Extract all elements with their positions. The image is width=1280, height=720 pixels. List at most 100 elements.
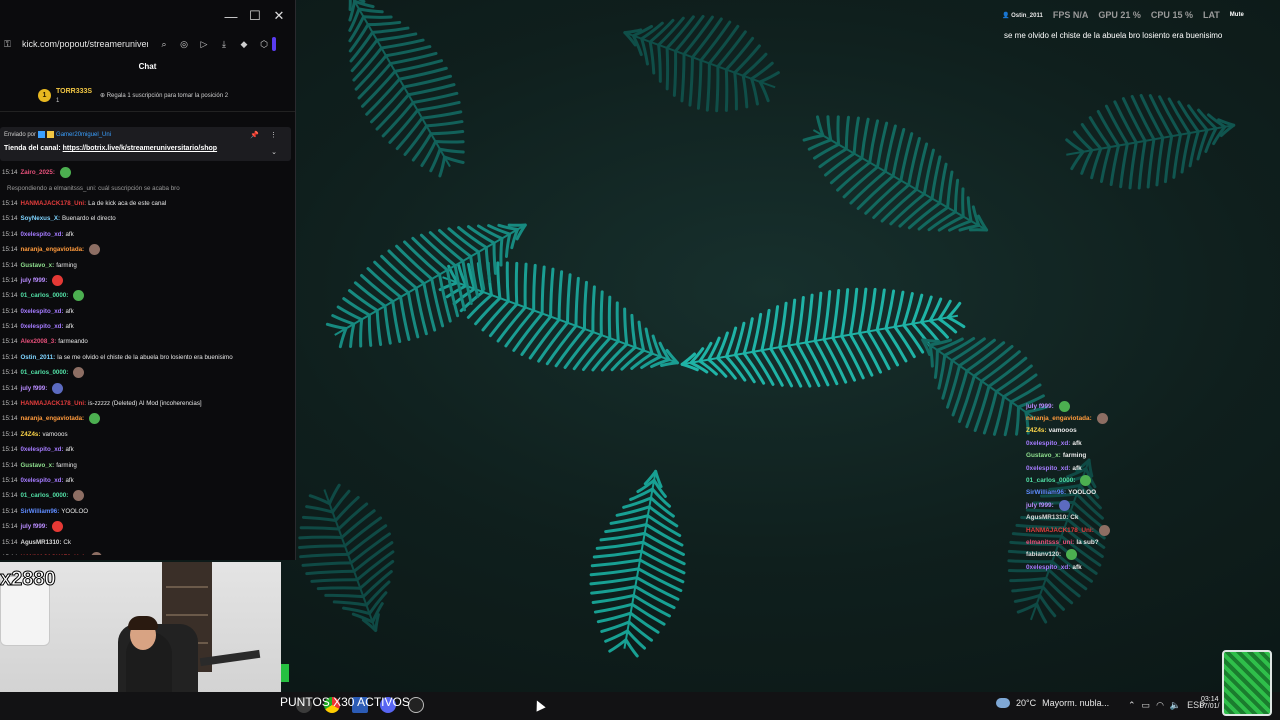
network-icon[interactable]: ▭ — [1142, 700, 1151, 711]
pin-icon[interactable]: 📌 — [250, 131, 259, 139]
gpu-label: GPU — [1098, 10, 1118, 20]
message-username[interactable]: 01_carlos_0000: — [20, 369, 68, 376]
chat-message[interactable]: Respondiendo a elmanitsss_uni: cuál susc… — [0, 180, 291, 195]
chat-message[interactable]: 15:14 0xelespito_xd: afk — [0, 473, 291, 488]
top-supporter-name[interactable]: TORR333S — [56, 88, 92, 95]
chat-message[interactable]: 15:14 Z4Z4s: vamooos — [0, 427, 291, 442]
shield-icon[interactable]: ◎ — [178, 39, 190, 50]
weather-widget[interactable]: 20°C Mayorm. nubla... — [996, 698, 1109, 708]
message-time: 15:14 — [2, 261, 18, 269]
stats-user: 👤 Ostin_2011 — [1002, 12, 1043, 19]
wifi-icon[interactable]: ◠ — [1156, 700, 1164, 711]
chat-message[interactable]: 15:14 Alex2008_3: farmeando — [0, 334, 291, 349]
badge-icon — [38, 131, 46, 138]
chat-message[interactable]: 15:14 july f999: — [0, 519, 291, 534]
chat-message[interactable]: 15:14 july f999: — [0, 273, 291, 288]
mute-indicator: Mute — [1229, 12, 1244, 18]
message-username[interactable]: 0xelespito_xd: — [20, 308, 63, 315]
top-supporter-bar[interactable]: 1 TORR333S 1 ⊕ Regala 1 suscripción para… — [0, 84, 295, 112]
chat-message[interactable]: 15:14 01_carlos_0000: — [0, 488, 291, 503]
message-username[interactable]: july f999: — [20, 523, 47, 530]
message-username[interactable]: Gustavo_x: — [20, 462, 54, 469]
play-icon[interactable]: ▷ — [198, 39, 210, 50]
chat-message[interactable]: 15:14 SirWilliam96: YOOLOO — [0, 504, 291, 519]
chat-message[interactable]: 15:14 01_carlos_0000: — [0, 365, 291, 380]
chat-message[interactable]: 15:14 naranja_engaviotada: — [0, 411, 291, 426]
message-time: 15:14 — [2, 338, 18, 346]
message-username[interactable]: 0xelespito_xd: — [20, 446, 63, 453]
message-username[interactable]: july f999: — [20, 385, 47, 392]
window-titlebar: — ☐ ✕ — [0, 0, 295, 32]
emote-icon — [89, 413, 101, 425]
url-text[interactable]: kick.com/popout/streameruniversitario/ch… — [22, 39, 148, 49]
message-username[interactable]: Gustavo_x: — [20, 262, 54, 269]
message-username[interactable]: AgusMR1310: — [20, 539, 61, 546]
message-username[interactable]: naranja_engaviotada: — [20, 415, 84, 422]
message-username[interactable]: 0xelespito_xd: — [20, 477, 63, 484]
address-bar[interactable]: ⚿ kick.com/popout/streameruniversitario/… — [4, 34, 289, 54]
pinned-sender[interactable]: Gamer20miguel_Uni — [56, 132, 111, 138]
chat-message[interactable]: 15:14 0xelespito_xd: afk — [0, 442, 291, 457]
emote-icon — [1096, 413, 1108, 425]
message-username[interactable]: Z4Z4s: — [20, 431, 40, 438]
message-username[interactable]: Zairo_2025: — [20, 169, 54, 176]
clock-date: 07/01/ — [1200, 703, 1220, 710]
message-time: 15:14 — [2, 169, 18, 177]
message-username[interactable]: 01_carlos_0000: — [20, 292, 68, 299]
chevron-down-icon[interactable]: ⌄ — [271, 148, 277, 156]
message-username[interactable]: naranja_engaviotada: — [20, 246, 84, 253]
message-username[interactable]: SirWilliam96: — [20, 508, 59, 515]
pinned-message[interactable]: Enviado por Gamer20miguel_Uni Tienda del… — [0, 127, 291, 161]
message-time: 15:14 — [2, 477, 18, 484]
message-username[interactable]: HANMAJACK178_Uni: — [20, 400, 86, 407]
minimize-button[interactable]: — — [219, 4, 243, 28]
message-username[interactable]: 0xelespito_xd: — [20, 231, 63, 238]
stream-chat-overlay: july f999: naranja_engaviotada: Z4Z4s: vamo… — [1024, 400, 1184, 573]
volume-icon[interactable]: 🔈 — [1170, 700, 1181, 711]
message-username[interactable]: HANMAJACK178_Uni: — [20, 554, 86, 555]
chat-message[interactable]: 15:14 AgusMR1310: Ck — [0, 534, 291, 549]
message-time: 15:14 — [2, 430, 18, 438]
message-username[interactable]: Ostin_2011: — [20, 354, 55, 361]
pinned-link[interactable]: https://botrix.live/k/streameruniversita… — [63, 145, 217, 152]
chat-message-list[interactable]: 15:14 Zairo_2025: Respondiendo a elmanitss… — [0, 165, 291, 555]
message-time: 15:14 — [2, 230, 18, 238]
chat-message[interactable]: 15:14 HANMAJACK178_Uni: is-zzzzz (Deleted)… — [0, 396, 291, 411]
message-username[interactable]: july f999: — [20, 277, 47, 284]
obs-icon[interactable] — [408, 697, 424, 713]
overlay-username: AgusMR1310: — [1026, 514, 1069, 522]
maximize-button[interactable]: ☐ — [243, 4, 267, 28]
extension-diamond-icon[interactable]: ◆ — [238, 39, 250, 50]
chevron-up-icon[interactable]: ⌃ — [1128, 700, 1136, 711]
search-icon[interactable]: ⌕ — [158, 39, 170, 50]
overlay-chat-message: HANMAJACK178_Uni: — [1024, 524, 1184, 536]
overlay-username: 01_carlos_0000: — [1026, 477, 1076, 485]
message-username[interactable]: SoyNexus_X: — [20, 215, 60, 222]
chat-message[interactable]: 15:14 Zairo_2025: — [0, 165, 291, 180]
chat-message[interactable]: 15:14 HANMAJACK178_Uni: La de kick aca de … — [0, 196, 291, 211]
taskbar-clock[interactable]: 03:14 07/01/ — [1200, 696, 1219, 710]
message-username[interactable]: 0xelespito_xd: — [20, 323, 63, 330]
message-username[interactable]: Alex2008_3: — [20, 338, 56, 345]
message-text: farming — [56, 461, 77, 469]
extension-cube-icon[interactable]: ⬡ — [258, 39, 270, 50]
message-username[interactable]: 01_carlos_0000: — [20, 492, 68, 499]
chat-message[interactable]: 15:14 Ostin_2011: la se me olvido el chist… — [0, 350, 291, 365]
chat-message[interactable]: 15:14 0xelespito_xd: afk — [0, 227, 291, 242]
chat-message[interactable]: 15:14 0xelespito_xd: afk — [0, 304, 291, 319]
chat-message[interactable]: 15:14 Gustavo_x: farming — [0, 457, 291, 472]
close-button[interactable]: ✕ — [267, 4, 291, 28]
chat-message[interactable]: 15:14HANMAJACK178_Uni: — [0, 550, 291, 555]
chat-title: Chat — [138, 62, 157, 71]
download-icon[interactable]: ⤓ — [218, 39, 230, 50]
chat-message[interactable]: 15:14 Gustavo_x: farming — [0, 257, 291, 272]
message-username[interactable]: HANMAJACK178_Uni: — [20, 200, 86, 207]
more-options-icon[interactable]: ⋮ — [270, 131, 277, 139]
chat-message[interactable]: 15:14 SoyNexus_X: Buenardo el directo — [0, 211, 291, 226]
chat-message[interactable]: 15:14 01_carlos_0000: — [0, 288, 291, 303]
chat-message[interactable]: 15:14 0xelespito_xd: afk — [0, 319, 291, 334]
overlay-message-text: afk — [1072, 464, 1082, 472]
gift-sub-prompt[interactable]: ⊕ Regala 1 suscripción para tomar la pos… — [100, 92, 228, 99]
chat-message[interactable]: 15:14 july f999: — [0, 380, 291, 395]
chat-message[interactable]: 15:14 naranja_engaviotada: — [0, 242, 291, 257]
